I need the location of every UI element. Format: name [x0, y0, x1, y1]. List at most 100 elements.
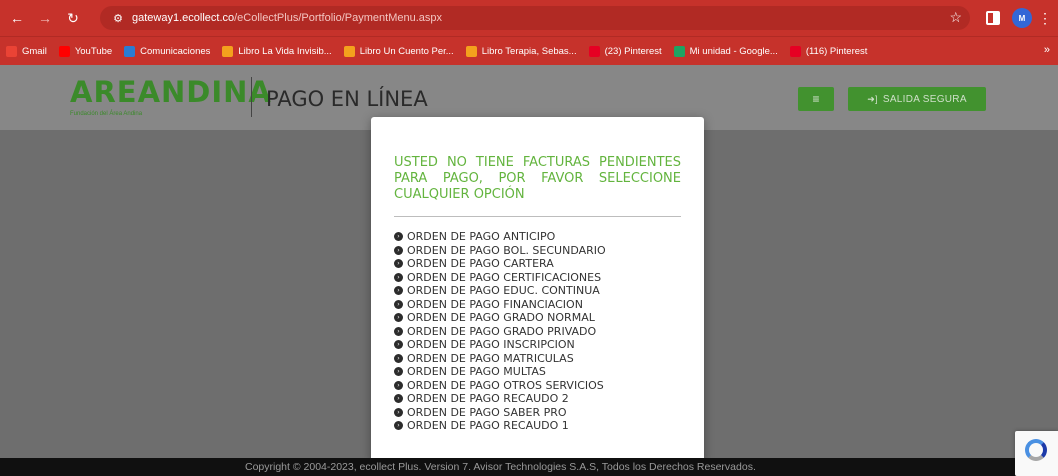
- payment-order-link[interactable]: › ORDEN DE PAGO INSCRIPCION: [394, 338, 606, 352]
- payment-order-link[interactable]: › ORDEN DE PAGO MATRICULAS: [394, 352, 606, 366]
- payment-order-link[interactable]: › ORDEN DE PAGO OTROS SERVICIOS: [394, 379, 606, 393]
- browser-menu-icon[interactable]: ⋮: [1038, 8, 1052, 28]
- modal-divider: [394, 216, 681, 217]
- payment-order-link[interactable]: › ORDEN DE PAGO MULTAS: [394, 365, 606, 379]
- logo-subtitle: Fundación del Área Andina: [70, 111, 143, 117]
- bookmark-label: (23) Pinterest: [604, 45, 662, 57]
- chevron-circle-right-icon: ›: [394, 380, 403, 390]
- pinterest-icon: [789, 45, 801, 57]
- bookmark-item[interactable]: Comunicaciones: [124, 45, 211, 57]
- secure-exit-button[interactable]: ➜] SALIDA SEGURA: [848, 87, 986, 111]
- bookmark-item[interactable]: (116) Pinterest: [789, 45, 868, 57]
- chevron-circle-right-icon: ›: [394, 367, 403, 377]
- bookmark-item[interactable]: Libro Un Cuento Per...: [343, 45, 454, 57]
- chevron-circle-right-icon: ›: [394, 353, 403, 363]
- book-icon: [222, 45, 234, 57]
- payment-order-link[interactable]: › ORDEN DE PAGO SABER PRO: [394, 406, 606, 420]
- bookmark-item[interactable]: Gmail: [6, 45, 47, 57]
- bookmarks-bar: Gmail YouTube Comunicaciones Libro La Vida …: [0, 36, 1058, 65]
- reload-icon[interactable]: ↻: [62, 7, 84, 29]
- payment-order-label: ORDEN DE PAGO CARTERA: [407, 257, 554, 271]
- payment-order-link[interactable]: › ORDEN DE PAGO BOL. SECUNDARIO: [394, 244, 606, 258]
- payment-order-label: ORDEN DE PAGO CERTIFICACIONES: [407, 270, 602, 284]
- chevron-circle-right-icon: ›: [394, 326, 403, 336]
- payment-order-link[interactable]: › ORDEN DE PAGO CERTIFICACIONES: [394, 271, 606, 285]
- drive-icon: [673, 45, 685, 57]
- bookmark-item[interactable]: YouTube: [58, 45, 113, 57]
- chevron-circle-right-icon: ›: [394, 407, 403, 417]
- payment-order-label: ORDEN DE PAGO EDUC. CONTINUA: [407, 284, 600, 298]
- gmail-icon: [6, 45, 17, 57]
- copyright-text: Copyright © 2004-2023, ecollect Plus. Ve…: [245, 461, 756, 473]
- payment-order-link[interactable]: › ORDEN DE PAGO ANTICIPO: [394, 230, 606, 244]
- book-icon: [465, 45, 477, 57]
- chevron-circle-right-icon: ›: [394, 299, 403, 309]
- payment-order-link[interactable]: › ORDEN DE PAGO GRADO NORMAL: [394, 311, 606, 325]
- chevron-circle-right-icon: ›: [394, 286, 403, 296]
- no-invoices-message: USTED NO TIENE FACTURAS PENDIENTES PARA …: [394, 155, 681, 202]
- bookmark-item[interactable]: Libro La Vida Invisib...: [222, 45, 332, 57]
- payment-order-link[interactable]: › ORDEN DE PAGO CARTERA: [394, 257, 606, 271]
- outlook-icon: [124, 45, 136, 57]
- youtube-icon: [58, 45, 70, 57]
- chevron-circle-right-icon: ›: [394, 313, 403, 323]
- payment-order-link[interactable]: › ORDEN DE PAGO EDUC. CONTINUA: [394, 284, 606, 298]
- chevron-circle-right-icon: ›: [394, 340, 403, 350]
- payment-order-label: ORDEN DE PAGO MULTAS: [407, 365, 546, 379]
- payment-order-link[interactable]: › ORDEN DE PAGO GRADO PRIVADO: [394, 325, 606, 339]
- bookmark-label: YouTube: [74, 45, 113, 57]
- areandina-logo[interactable]: AREANDINA: [70, 75, 272, 109]
- bookmark-item[interactable]: Libro Terapia, Sebas...: [465, 45, 577, 57]
- bookmark-label: Libro La Vida Invisib...: [238, 45, 332, 57]
- url-text: gateway1.ecollect.co/eCollectPlus/Portfo…: [132, 12, 442, 24]
- payment-order-list: › ORDEN DE PAGO ANTICIPO › ORDEN DE PAGO BO…: [394, 230, 606, 433]
- payment-order-label: ORDEN DE PAGO GRADO PRIVADO: [407, 324, 597, 338]
- payment-order-label: ORDEN DE PAGO ANTICIPO: [407, 230, 556, 244]
- more-bookmarks-icon[interactable]: »: [1044, 44, 1050, 56]
- secure-exit-label: SALIDA SEGURA: [882, 93, 967, 105]
- bookmark-label: Comunicaciones: [140, 45, 211, 57]
- bookmark-label: Libro Terapia, Sebas...: [481, 45, 577, 57]
- sign-out-icon: ➜]: [867, 93, 878, 104]
- menu-button[interactable]: ≡: [798, 87, 834, 111]
- pinterest-icon: [588, 45, 600, 57]
- bookmark-label: (116) Pinterest: [805, 45, 868, 57]
- bookmark-label: Mi unidad - Google...: [689, 45, 778, 57]
- chevron-circle-right-icon: ›: [394, 259, 403, 269]
- browser-toolbar: ← → ↻ ⚙ gateway1.ecollect.co/eCollectPlu…: [0, 0, 1058, 36]
- url-host: gateway1.ecollect.co: [132, 12, 235, 24]
- chevron-circle-right-icon: ›: [394, 394, 403, 404]
- profile-avatar[interactable]: M: [1012, 8, 1032, 28]
- payment-options-modal: USTED NO TIENE FACTURAS PENDIENTES PARA …: [371, 117, 704, 462]
- side-panel-icon[interactable]: [986, 11, 1000, 25]
- chevron-circle-right-icon: ›: [394, 272, 403, 282]
- payment-order-link[interactable]: › ORDEN DE PAGO RECAUDO 2: [394, 392, 606, 406]
- page-title: PAGO EN LÍNEA: [266, 87, 428, 111]
- payment-order-label: ORDEN DE PAGO GRADO NORMAL: [407, 311, 595, 325]
- payment-order-label: ORDEN DE PAGO INSCRIPCION: [407, 338, 575, 352]
- payment-order-label: ORDEN DE PAGO RECAUDO 1: [407, 419, 569, 433]
- bookmark-item[interactable]: Mi unidad - Google...: [673, 45, 778, 57]
- recaptcha-icon: [1025, 439, 1047, 461]
- chevron-circle-right-icon: ›: [394, 245, 403, 255]
- payment-order-label: ORDEN DE PAGO OTROS SERVICIOS: [407, 378, 604, 392]
- url-path: /eCollectPlus/Portfolio/PaymentMenu.aspx: [234, 12, 443, 24]
- bookmark-star-icon[interactable]: ☆: [949, 9, 962, 26]
- recaptcha-badge[interactable]: [1015, 431, 1058, 476]
- bookmark-label: Gmail: [22, 45, 47, 57]
- payment-order-label: ORDEN DE PAGO SABER PRO: [407, 405, 567, 419]
- forward-arrow-icon[interactable]: →: [34, 7, 56, 29]
- payment-order-label: ORDEN DE PAGO BOL. SECUNDARIO: [407, 243, 606, 257]
- page-footer: Copyright © 2004-2023, ecollect Plus. Ve…: [0, 458, 1058, 476]
- address-bar[interactable]: ⚙ gateway1.ecollect.co/eCollectPlus/Port…: [100, 6, 970, 30]
- header-divider: [251, 77, 252, 117]
- chevron-circle-right-icon: ›: [394, 421, 403, 431]
- payment-order-link[interactable]: › ORDEN DE PAGO FINANCIACION: [394, 298, 606, 312]
- payment-order-link[interactable]: › ORDEN DE PAGO RECAUDO 1: [394, 419, 606, 433]
- payment-order-label: ORDEN DE PAGO FINANCIACION: [407, 297, 583, 311]
- back-arrow-icon[interactable]: ←: [6, 7, 28, 29]
- payment-order-label: ORDEN DE PAGO RECAUDO 2: [407, 392, 569, 406]
- site-info-icon[interactable]: ⚙: [110, 10, 126, 26]
- bookmark-item[interactable]: (23) Pinterest: [588, 45, 662, 57]
- chevron-circle-right-icon: ›: [394, 232, 403, 242]
